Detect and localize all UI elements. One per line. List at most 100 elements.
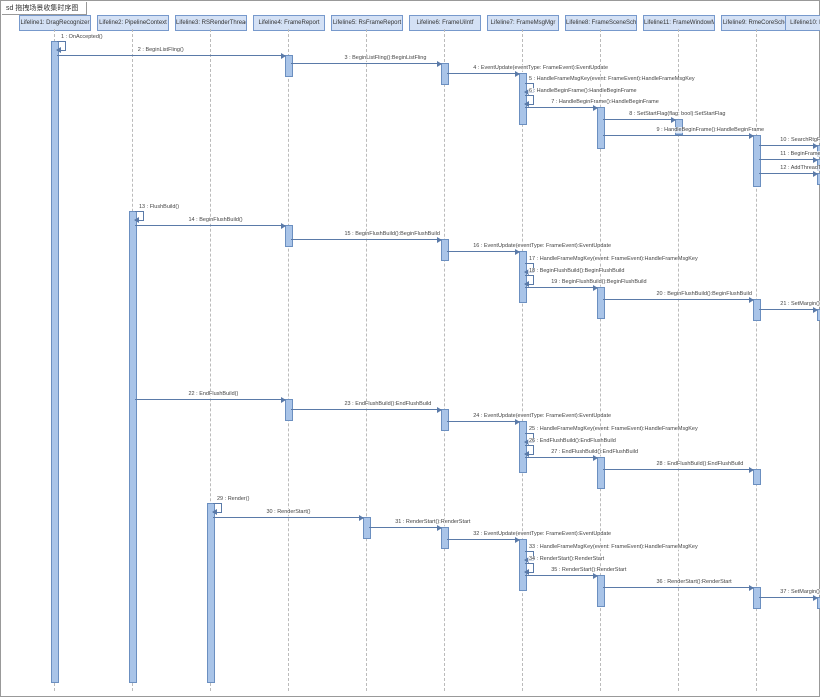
message-label: 12 : AddThreadToRtg()	[779, 165, 820, 171]
message-label: 16 : EventUpdate(eventType: FrameEvent):…	[472, 243, 612, 249]
activation	[441, 527, 449, 549]
lifeline-line-L4	[288, 29, 289, 691]
message-arrow	[759, 309, 817, 310]
message-label: 10 : SearchRtgForTid()	[779, 137, 820, 143]
lifeline-head-L4: Lifeline4: FrameReport	[253, 15, 325, 31]
message-arrow	[603, 469, 753, 470]
message-label: 22 : EndFlushBuild()	[188, 391, 240, 397]
message-label: 27 : EndFlushBuild():EndFlushBuild	[550, 449, 639, 455]
message-label: 3 : BeginListFling():BeginListFling	[344, 55, 428, 61]
message-arrow	[759, 159, 817, 160]
message-label: 29 : Render()	[216, 496, 250, 502]
message-label: 7 : HandleBeginFrame():HandleBeginFrame	[550, 99, 660, 105]
message-label: 31 : RenderStart():RenderStart	[394, 519, 471, 525]
lifeline-line-L5	[366, 29, 367, 691]
activation	[753, 135, 761, 187]
activation	[753, 469, 761, 485]
message-label: 4 : EventUpdate(eventType: FrameEvent):E…	[472, 65, 609, 71]
message-arrow	[135, 225, 285, 226]
message-label: 33 : HandleFrameMsgKey(event: FrameEvent…	[528, 544, 699, 550]
message-label: 35 : RenderStart():RenderStart	[550, 567, 627, 573]
message-label: 14 : BeginFlushBuild()	[188, 217, 244, 223]
message-label: 13 : FlushBuild()	[138, 204, 180, 210]
diagram-title: sd 拖拽场景收集时序图	[2, 2, 87, 15]
message-arrow	[759, 145, 817, 146]
message-arrow	[525, 287, 597, 288]
activation	[753, 299, 761, 321]
activation	[285, 55, 293, 77]
message-label: 9 : HandleBeginFrame():HandleBeginFrame	[656, 127, 766, 133]
self-message	[525, 95, 534, 105]
message-label: 17 : HandleFrameMsgKey(event: FrameEvent…	[528, 256, 699, 262]
lifeline-head-L1: Lifeline1: DragRecognizer	[19, 15, 91, 31]
message-label: 11 : BeginFrameFreq()	[779, 151, 820, 157]
message-label: 2 : BeginListFling()	[137, 47, 185, 53]
message-label: 32 : EventUpdate(eventType: FrameEvent):…	[472, 531, 612, 537]
message-arrow	[603, 587, 753, 588]
message-label: 36 : RenderStart():RenderStart	[656, 579, 733, 585]
message-label: 18 : BeginFlushBuild():BeginFlushBuild	[528, 268, 625, 274]
message-arrow	[447, 73, 519, 74]
message-label: 5 : HandleFrameMsgKey(event: FrameEvent)…	[528, 76, 696, 82]
message-arrow	[57, 55, 285, 56]
self-message	[213, 503, 222, 513]
message-arrow	[759, 173, 817, 174]
message-label: 23 : EndFlushBuild():EndFlushBuild	[344, 401, 433, 407]
message-label: 24 : EventUpdate(eventType: FrameEvent):…	[472, 413, 612, 419]
activation	[207, 503, 215, 683]
activation	[129, 211, 137, 683]
lifeline-line-L6	[444, 29, 445, 691]
sequence-diagram: sd 拖拽场景收集时序图 Lifeline1: DragRecognizer Li…	[0, 0, 820, 697]
message-label: 37 : SetMargin()	[779, 589, 820, 595]
message-label: 15 : BeginFlushBuild():BeginFlushBuild	[344, 231, 441, 237]
activation	[597, 457, 605, 489]
activation	[597, 575, 605, 607]
activation	[597, 107, 605, 149]
self-message	[57, 41, 66, 51]
message-label: 34 : RenderStart():RenderStart	[528, 556, 605, 562]
message-label: 8 : SetStartFlag(flag: bool):SetStartFla…	[628, 111, 726, 117]
activation	[51, 41, 59, 683]
self-message	[525, 563, 534, 573]
message-arrow	[447, 251, 519, 252]
lifeline-head-L8: Lifeline8: FrameSceneSched	[565, 15, 637, 31]
message-arrow	[525, 575, 597, 576]
message-label: 26 : EndFlushBuild():EndFlushBuild	[528, 438, 617, 444]
message-label: 21 : SetMargin()	[779, 301, 820, 307]
activation	[597, 287, 605, 319]
message-arrow	[447, 421, 519, 422]
lifeline-head-L2: Lifeline2: PipelineContext	[97, 15, 169, 31]
message-arrow	[369, 527, 441, 528]
lifeline-head-L7: Lifeline7: FrameMsgMgr	[487, 15, 559, 31]
message-arrow	[603, 299, 753, 300]
message-label: 1 : OnAccepted()	[60, 34, 104, 40]
activation	[441, 63, 449, 85]
lifeline-head-L6: Lifeline6: FrameUiIntf	[409, 15, 481, 31]
message-arrow	[291, 409, 441, 410]
lifeline-head-L10: Lifeline10: RtgInterface	[785, 15, 820, 31]
activation	[441, 409, 449, 431]
message-label: 30 : RenderStart()	[266, 509, 312, 515]
lifeline-head-L5: Lifeline5: RsFrameReport	[331, 15, 403, 31]
activation	[285, 225, 293, 247]
message-arrow	[291, 239, 441, 240]
message-label: 19 : BeginFlushBuild():BeginFlushBuild	[550, 279, 647, 285]
self-message	[525, 275, 534, 285]
message-arrow	[759, 597, 817, 598]
message-label: 6 : HandleBeginFrame():HandleBeginFrame	[528, 88, 638, 94]
message-arrow	[525, 457, 597, 458]
message-arrow	[135, 399, 285, 400]
message-arrow	[447, 539, 519, 540]
activation	[753, 587, 761, 609]
message-arrow	[603, 119, 675, 120]
message-label: 20 : BeginFlushBuild():BeginFlushBuild	[656, 291, 753, 297]
self-message	[525, 445, 534, 455]
message-label: 25 : HandleFrameMsgKey(event: FrameEvent…	[528, 426, 699, 432]
message-arrow	[291, 63, 441, 64]
message-label: 28 : EndFlushBuild():EndFlushBuild	[656, 461, 745, 467]
activation	[285, 399, 293, 421]
lifeline-head-L9: Lifeline9: RmeCoreSched	[721, 15, 793, 31]
message-arrow	[603, 135, 753, 136]
lifeline-head-L11: Lifeline11: FrameWindowMgr	[643, 15, 715, 31]
activation	[441, 239, 449, 261]
